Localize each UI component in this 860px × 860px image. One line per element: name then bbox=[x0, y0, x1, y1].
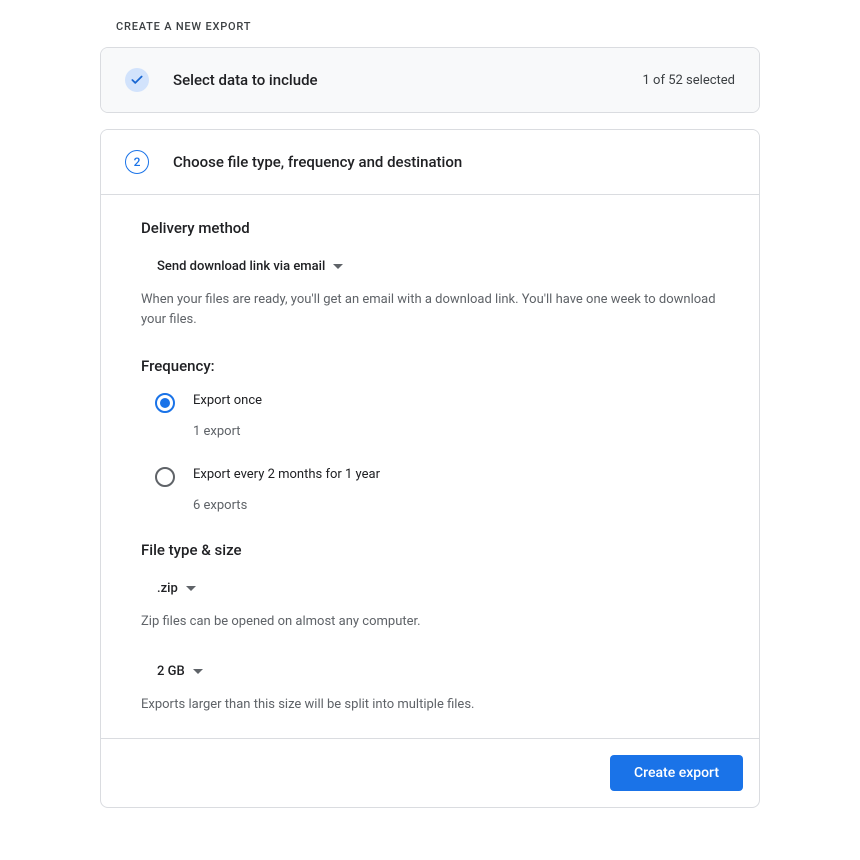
filesize-helper: Exports larger than this size will be sp… bbox=[141, 695, 719, 715]
radio-icon bbox=[155, 467, 175, 487]
chevron-down-icon bbox=[186, 586, 196, 591]
radio-label: Export once bbox=[193, 393, 262, 408]
step2-card: 2 Choose file type, frequency and destin… bbox=[100, 129, 760, 808]
radio-sublabel: 1 export bbox=[193, 424, 262, 439]
delivery-helper: When your files are ready, you'll get an… bbox=[141, 290, 719, 329]
frequency-heading: Frequency: bbox=[141, 357, 719, 375]
step2-header: 2 Choose file type, frequency and destin… bbox=[101, 130, 759, 195]
step1-header[interactable]: Select data to include 1 of 52 selected bbox=[101, 48, 759, 112]
frequency-radio-group: Export once 1 export Export every 2 mont… bbox=[155, 393, 719, 513]
step1-card: Select data to include 1 of 52 selected bbox=[100, 47, 760, 113]
chevron-down-icon bbox=[333, 264, 343, 269]
radio-content: Export once 1 export bbox=[193, 393, 262, 439]
filetype-label: .zip bbox=[157, 581, 178, 596]
check-icon bbox=[125, 68, 149, 92]
step2-footer: Create export bbox=[101, 738, 759, 807]
step2-title: Choose file type, frequency and destinat… bbox=[173, 153, 735, 171]
chevron-down-icon bbox=[193, 669, 203, 674]
radio-icon bbox=[155, 393, 175, 413]
radio-sublabel: 6 exports bbox=[193, 498, 380, 513]
filesize-label: 2 GB bbox=[157, 664, 185, 679]
filetype-dropdown[interactable]: .zip bbox=[157, 577, 196, 600]
page-title: CREATE A NEW EXPORT bbox=[100, 20, 760, 33]
filetype-heading: File type & size bbox=[141, 541, 719, 559]
radio-content: Export every 2 months for 1 year 6 expor… bbox=[193, 467, 380, 513]
step1-status: 1 of 52 selected bbox=[643, 73, 735, 88]
step1-title: Select data to include bbox=[173, 71, 643, 89]
filesize-dropdown[interactable]: 2 GB bbox=[157, 660, 203, 683]
delivery-heading: Delivery method bbox=[141, 219, 719, 237]
delivery-method-label: Send download link via email bbox=[157, 259, 325, 274]
frequency-option-once[interactable]: Export once 1 export bbox=[155, 393, 719, 439]
step2-number-icon: 2 bbox=[125, 150, 149, 174]
frequency-option-periodic[interactable]: Export every 2 months for 1 year 6 expor… bbox=[155, 467, 719, 513]
create-export-button[interactable]: Create export bbox=[610, 755, 743, 791]
delivery-method-dropdown[interactable]: Send download link via email bbox=[157, 255, 343, 278]
step2-body: Delivery method Send download link via e… bbox=[101, 195, 759, 738]
filetype-helper: Zip files can be opened on almost any co… bbox=[141, 612, 719, 632]
radio-label: Export every 2 months for 1 year bbox=[193, 467, 380, 482]
